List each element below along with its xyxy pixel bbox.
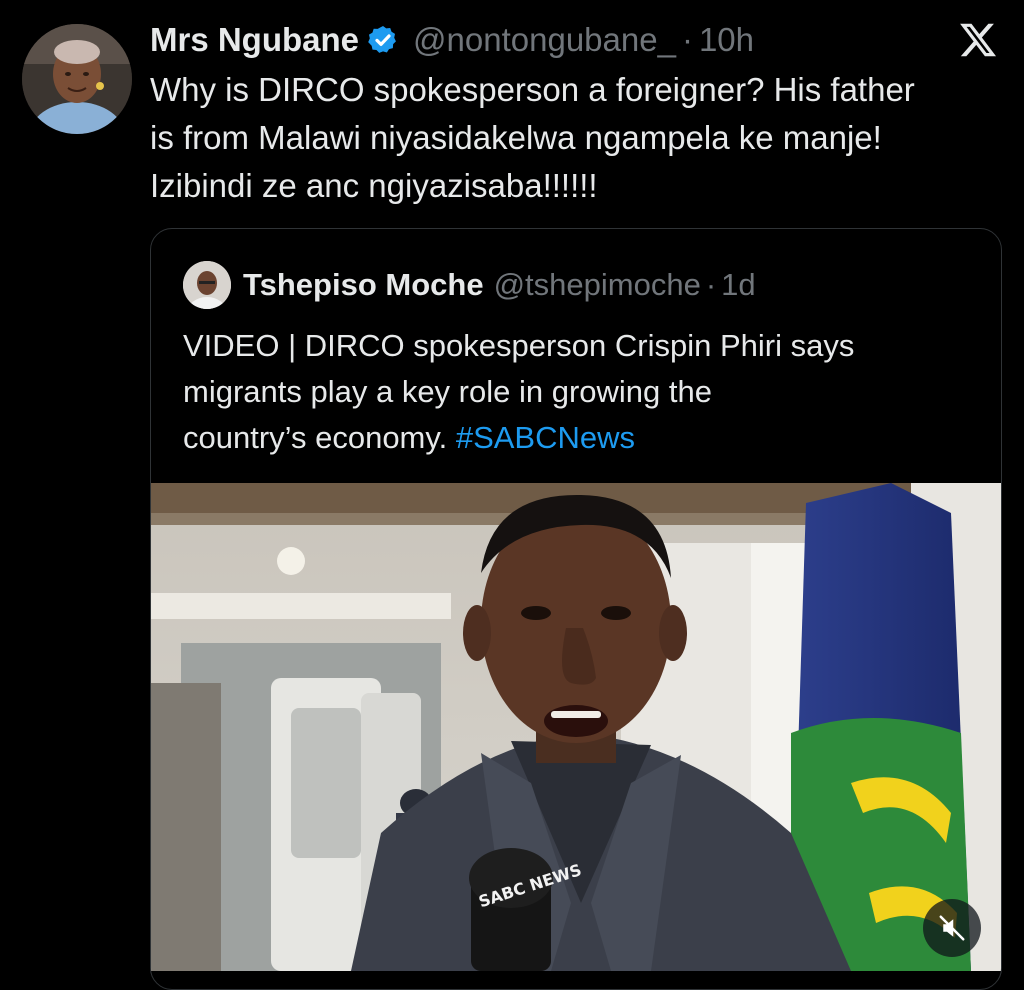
hashtag-link[interactable]: #SABCNews (456, 420, 635, 455)
author-handle[interactable]: @nontongubane_ (413, 21, 676, 59)
quoted-text-line-part: country’s economy. (183, 420, 448, 455)
quoted-tweet-header: Tshepiso Moche @tshepimoche · 1d (183, 261, 756, 309)
quoted-tweet-text: VIDEO | DIRCO spokesperson Crispin Phiri… (183, 323, 983, 461)
tweet-text: Why is DIRCO spokesperson a foreigner? H… (150, 66, 1010, 210)
tweet-text-line: Izibindi ze anc ngiyazisaba!!!!!! (150, 167, 598, 204)
meta-separator: · (705, 267, 717, 302)
tweet-text-line: is from Malawi niyasidakelwa ngampela ke… (150, 119, 882, 156)
tweet-header: Mrs Ngubane @nontongubane_ · 10h (150, 18, 754, 62)
muted-speaker-icon (939, 915, 965, 941)
author-name[interactable]: Mrs Ngubane (150, 21, 359, 59)
quoted-text-line: VIDEO | DIRCO spokesperson Crispin Phiri… (183, 328, 855, 363)
tweet-text-line: Why is DIRCO spokesperson a foreigner? H… (150, 71, 915, 108)
quoted-author-name[interactable]: Tshepiso Moche (243, 267, 484, 303)
quoted-author-avatar[interactable] (183, 261, 231, 309)
mute-button[interactable] (923, 899, 981, 957)
quoted-tweet-timestamp[interactable]: 1d (721, 267, 755, 303)
quoted-text-line: country’s economy. #SABCNews (183, 415, 983, 461)
video-frame: SABC NEWS (151, 483, 1001, 971)
meta-separator: · (681, 21, 693, 58)
x-logo-icon[interactable] (958, 20, 998, 60)
quoted-text-line: migrants play a key role in growing the (183, 374, 712, 409)
quoted-author-handle[interactable]: @tshepimoche (494, 267, 701, 303)
quoted-tweet-card[interactable]: Tshepiso Moche @tshepimoche · 1d VIDEO |… (150, 228, 1002, 990)
author-avatar[interactable] (22, 24, 132, 134)
video-player[interactable]: SABC NEWS (151, 483, 1001, 971)
verified-badge-icon (368, 26, 396, 53)
tweet-timestamp[interactable]: 10h (699, 21, 754, 59)
